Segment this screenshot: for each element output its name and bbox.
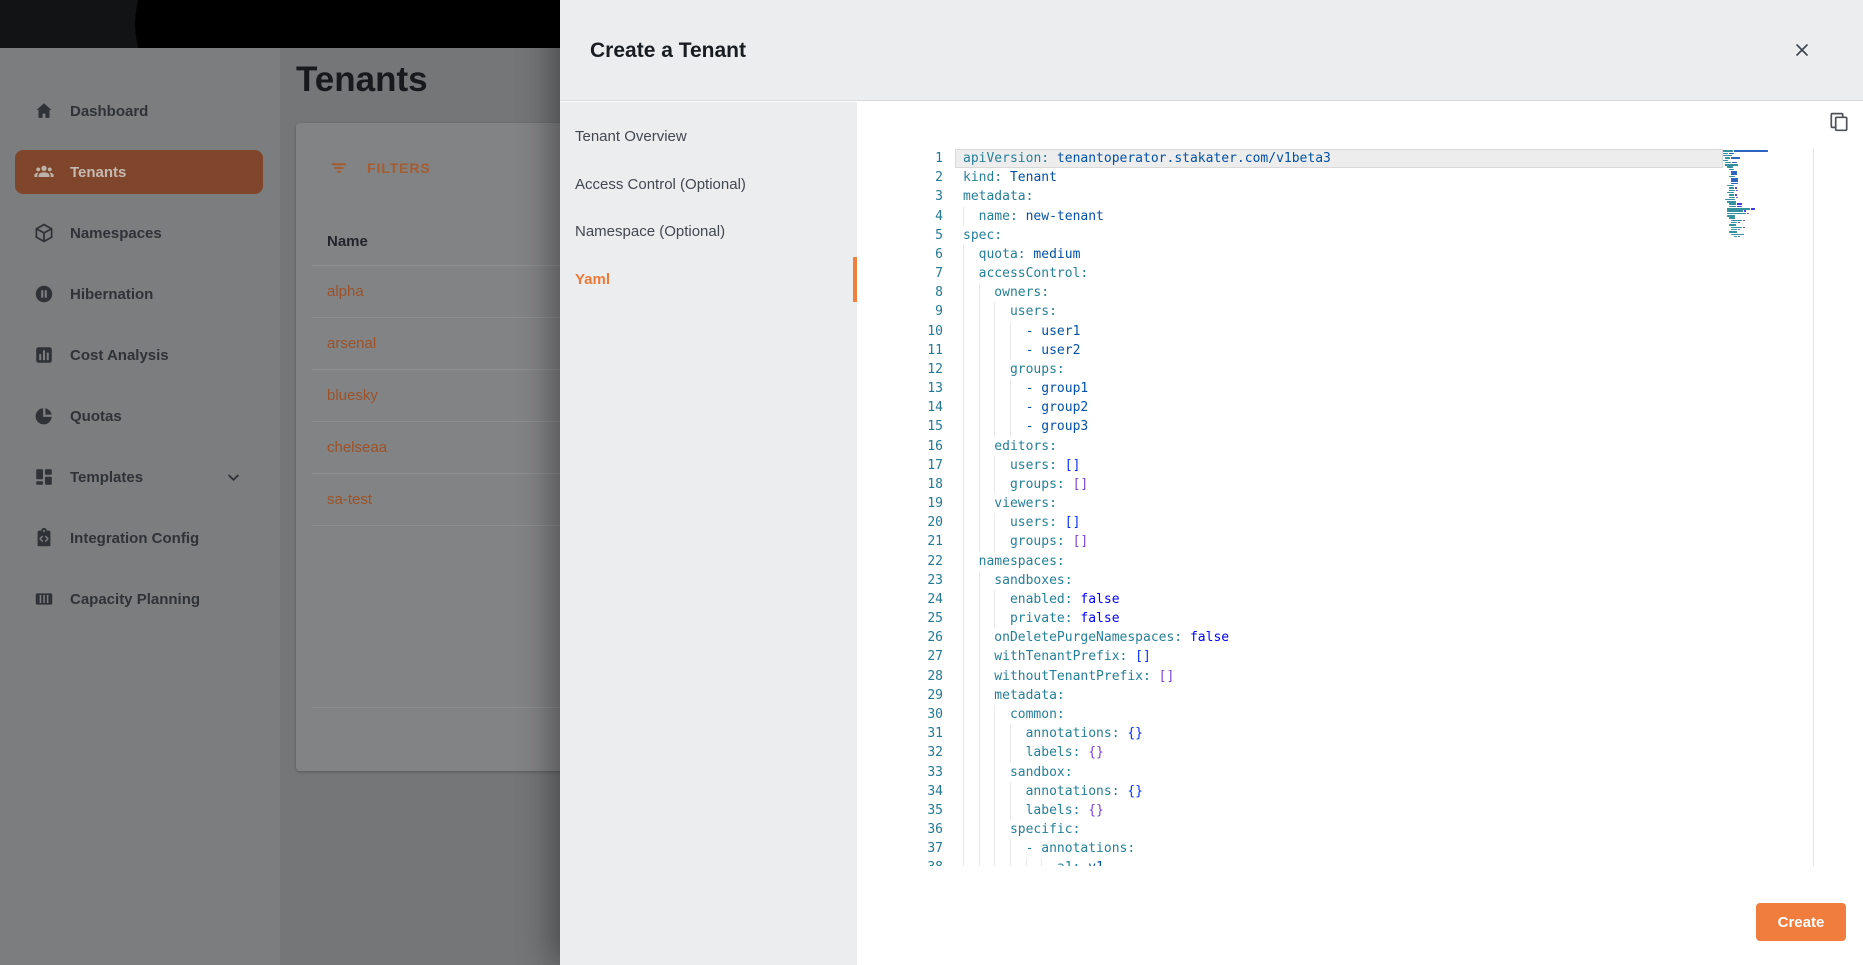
line-number: 15 bbox=[880, 417, 943, 436]
code-line[interactable]: 5spec: bbox=[880, 226, 1813, 245]
code-line[interactable]: 33sandbox: bbox=[880, 763, 1813, 782]
line-number: 22 bbox=[880, 552, 943, 571]
line-number: 24 bbox=[880, 590, 943, 609]
create-tenant-modal: Create a Tenant Tenant OverviewAccess Co… bbox=[560, 0, 1863, 965]
line-number: 35 bbox=[880, 801, 943, 820]
modal-title: Create a Tenant bbox=[590, 39, 746, 63]
modal-nav-yaml[interactable]: Yaml bbox=[560, 256, 857, 304]
line-number: 9 bbox=[880, 302, 943, 321]
code-line[interactable]: 23sandboxes: bbox=[880, 571, 1813, 590]
code-line[interactable]: 9users: bbox=[880, 302, 1813, 321]
code-line[interactable]: 2kind: Tenant bbox=[880, 168, 1813, 187]
code-line[interactable]: 17users: [] bbox=[880, 456, 1813, 475]
code-line[interactable]: 20users: [] bbox=[880, 513, 1813, 532]
code-line[interactable]: 32labels: {} bbox=[880, 743, 1813, 762]
line-number: 20 bbox=[880, 513, 943, 532]
code-line[interactable]: 27withTenantPrefix: [] bbox=[880, 647, 1813, 666]
code-line[interactable]: 38a1: v1 bbox=[880, 858, 1813, 866]
line-number: 7 bbox=[880, 264, 943, 283]
code-line[interactable]: 31annotations: {} bbox=[880, 724, 1813, 743]
yaml-editor[interactable]: 1apiVersion: tenantoperator.stakater.com… bbox=[880, 149, 1813, 866]
minimap-line bbox=[1723, 236, 1771, 238]
modal-nav-namespace-optional[interactable]: Namespace (Optional) bbox=[560, 208, 857, 256]
line-number: 26 bbox=[880, 628, 943, 647]
code-line[interactable]: 28withoutTenantPrefix: [] bbox=[880, 667, 1813, 686]
code-line[interactable]: 19viewers: bbox=[880, 494, 1813, 513]
copy-icon bbox=[1827, 110, 1851, 134]
code-line[interactable]: 29metadata: bbox=[880, 686, 1813, 705]
code-line[interactable]: 7accessControl: bbox=[880, 264, 1813, 283]
copy-button[interactable] bbox=[1827, 110, 1851, 134]
code-line[interactable]: 3metadata: bbox=[880, 187, 1813, 206]
code-line[interactable]: 24enabled: false bbox=[880, 590, 1813, 609]
code-line[interactable]: 34annotations: {} bbox=[880, 782, 1813, 801]
code-line[interactable]: 15- group3 bbox=[880, 417, 1813, 436]
code-line[interactable]: 30common: bbox=[880, 705, 1813, 724]
close-button[interactable] bbox=[1785, 33, 1819, 67]
modal-step-nav: Tenant OverviewAccess Control (Optional)… bbox=[560, 102, 857, 965]
line-number: 12 bbox=[880, 360, 943, 379]
line-number: 33 bbox=[880, 763, 943, 782]
code-line[interactable]: 8owners: bbox=[880, 283, 1813, 302]
code-line[interactable]: 22namespaces: bbox=[880, 552, 1813, 571]
line-number: 5 bbox=[880, 226, 943, 245]
line-number: 25 bbox=[880, 609, 943, 628]
line-number: 14 bbox=[880, 398, 943, 417]
line-number: 8 bbox=[880, 283, 943, 302]
line-number: 17 bbox=[880, 456, 943, 475]
code-line[interactable]: 37- annotations: bbox=[880, 839, 1813, 858]
line-number: 29 bbox=[880, 686, 943, 705]
code-line[interactable]: 13- group1 bbox=[880, 379, 1813, 398]
line-number: 16 bbox=[880, 437, 943, 456]
line-number: 10 bbox=[880, 322, 943, 341]
line-number: 27 bbox=[880, 647, 943, 666]
line-number: 21 bbox=[880, 532, 943, 551]
screen: MTO Console DashboardTenantsNamespacesHi… bbox=[0, 0, 1863, 965]
yaml-editor-panel: 1apiVersion: tenantoperator.stakater.com… bbox=[857, 102, 1863, 965]
line-number: 18 bbox=[880, 475, 943, 494]
line-number: 38 bbox=[880, 858, 943, 866]
line-number: 13 bbox=[880, 379, 943, 398]
create-button[interactable]: Create bbox=[1756, 903, 1846, 941]
code-line[interactable]: 4name: new-tenant bbox=[880, 207, 1813, 226]
line-number: 30 bbox=[880, 705, 943, 724]
code-line[interactable]: 26onDeletePurgeNamespaces: false bbox=[880, 628, 1813, 647]
code-lines: 1apiVersion: tenantoperator.stakater.com… bbox=[880, 149, 1813, 866]
code-line[interactable]: 12groups: bbox=[880, 360, 1813, 379]
line-number: 6 bbox=[880, 245, 943, 264]
modal-nav-tenant-overview[interactable]: Tenant Overview bbox=[560, 113, 857, 161]
line-number: 3 bbox=[880, 187, 943, 206]
code-line[interactable]: 14- group2 bbox=[880, 398, 1813, 417]
code-line[interactable]: 16editors: bbox=[880, 437, 1813, 456]
line-number: 11 bbox=[880, 341, 943, 360]
close-icon bbox=[1792, 40, 1812, 60]
line-number: 1 bbox=[880, 149, 943, 168]
line-number: 19 bbox=[880, 494, 943, 513]
modal-nav-access-control-optional[interactable]: Access Control (Optional) bbox=[560, 161, 857, 209]
code-line[interactable]: 25private: false bbox=[880, 609, 1813, 628]
code-line[interactable]: 1apiVersion: tenantoperator.stakater.com… bbox=[880, 149, 1813, 168]
line-number: 37 bbox=[880, 839, 943, 858]
line-number: 31 bbox=[880, 724, 943, 743]
code-line[interactable]: 11- user2 bbox=[880, 341, 1813, 360]
line-number: 2 bbox=[880, 168, 943, 187]
modal-header: Create a Tenant bbox=[560, 0, 1863, 101]
line-number: 28 bbox=[880, 667, 943, 686]
code-line[interactable]: 10- user1 bbox=[880, 322, 1813, 341]
code-line[interactable]: 36specific: bbox=[880, 820, 1813, 839]
line-number: 32 bbox=[880, 743, 943, 762]
editor-right-border bbox=[1813, 149, 1814, 866]
line-number: 4 bbox=[880, 207, 943, 226]
code-line[interactable]: 21groups: [] bbox=[880, 532, 1813, 551]
editor-minimap[interactable] bbox=[1723, 150, 1771, 238]
line-number: 23 bbox=[880, 571, 943, 590]
code-line[interactable]: 6quota: medium bbox=[880, 245, 1813, 264]
line-number: 36 bbox=[880, 820, 943, 839]
code-line[interactable]: 18groups: [] bbox=[880, 475, 1813, 494]
line-number: 34 bbox=[880, 782, 943, 801]
code-line[interactable]: 35labels: {} bbox=[880, 801, 1813, 820]
